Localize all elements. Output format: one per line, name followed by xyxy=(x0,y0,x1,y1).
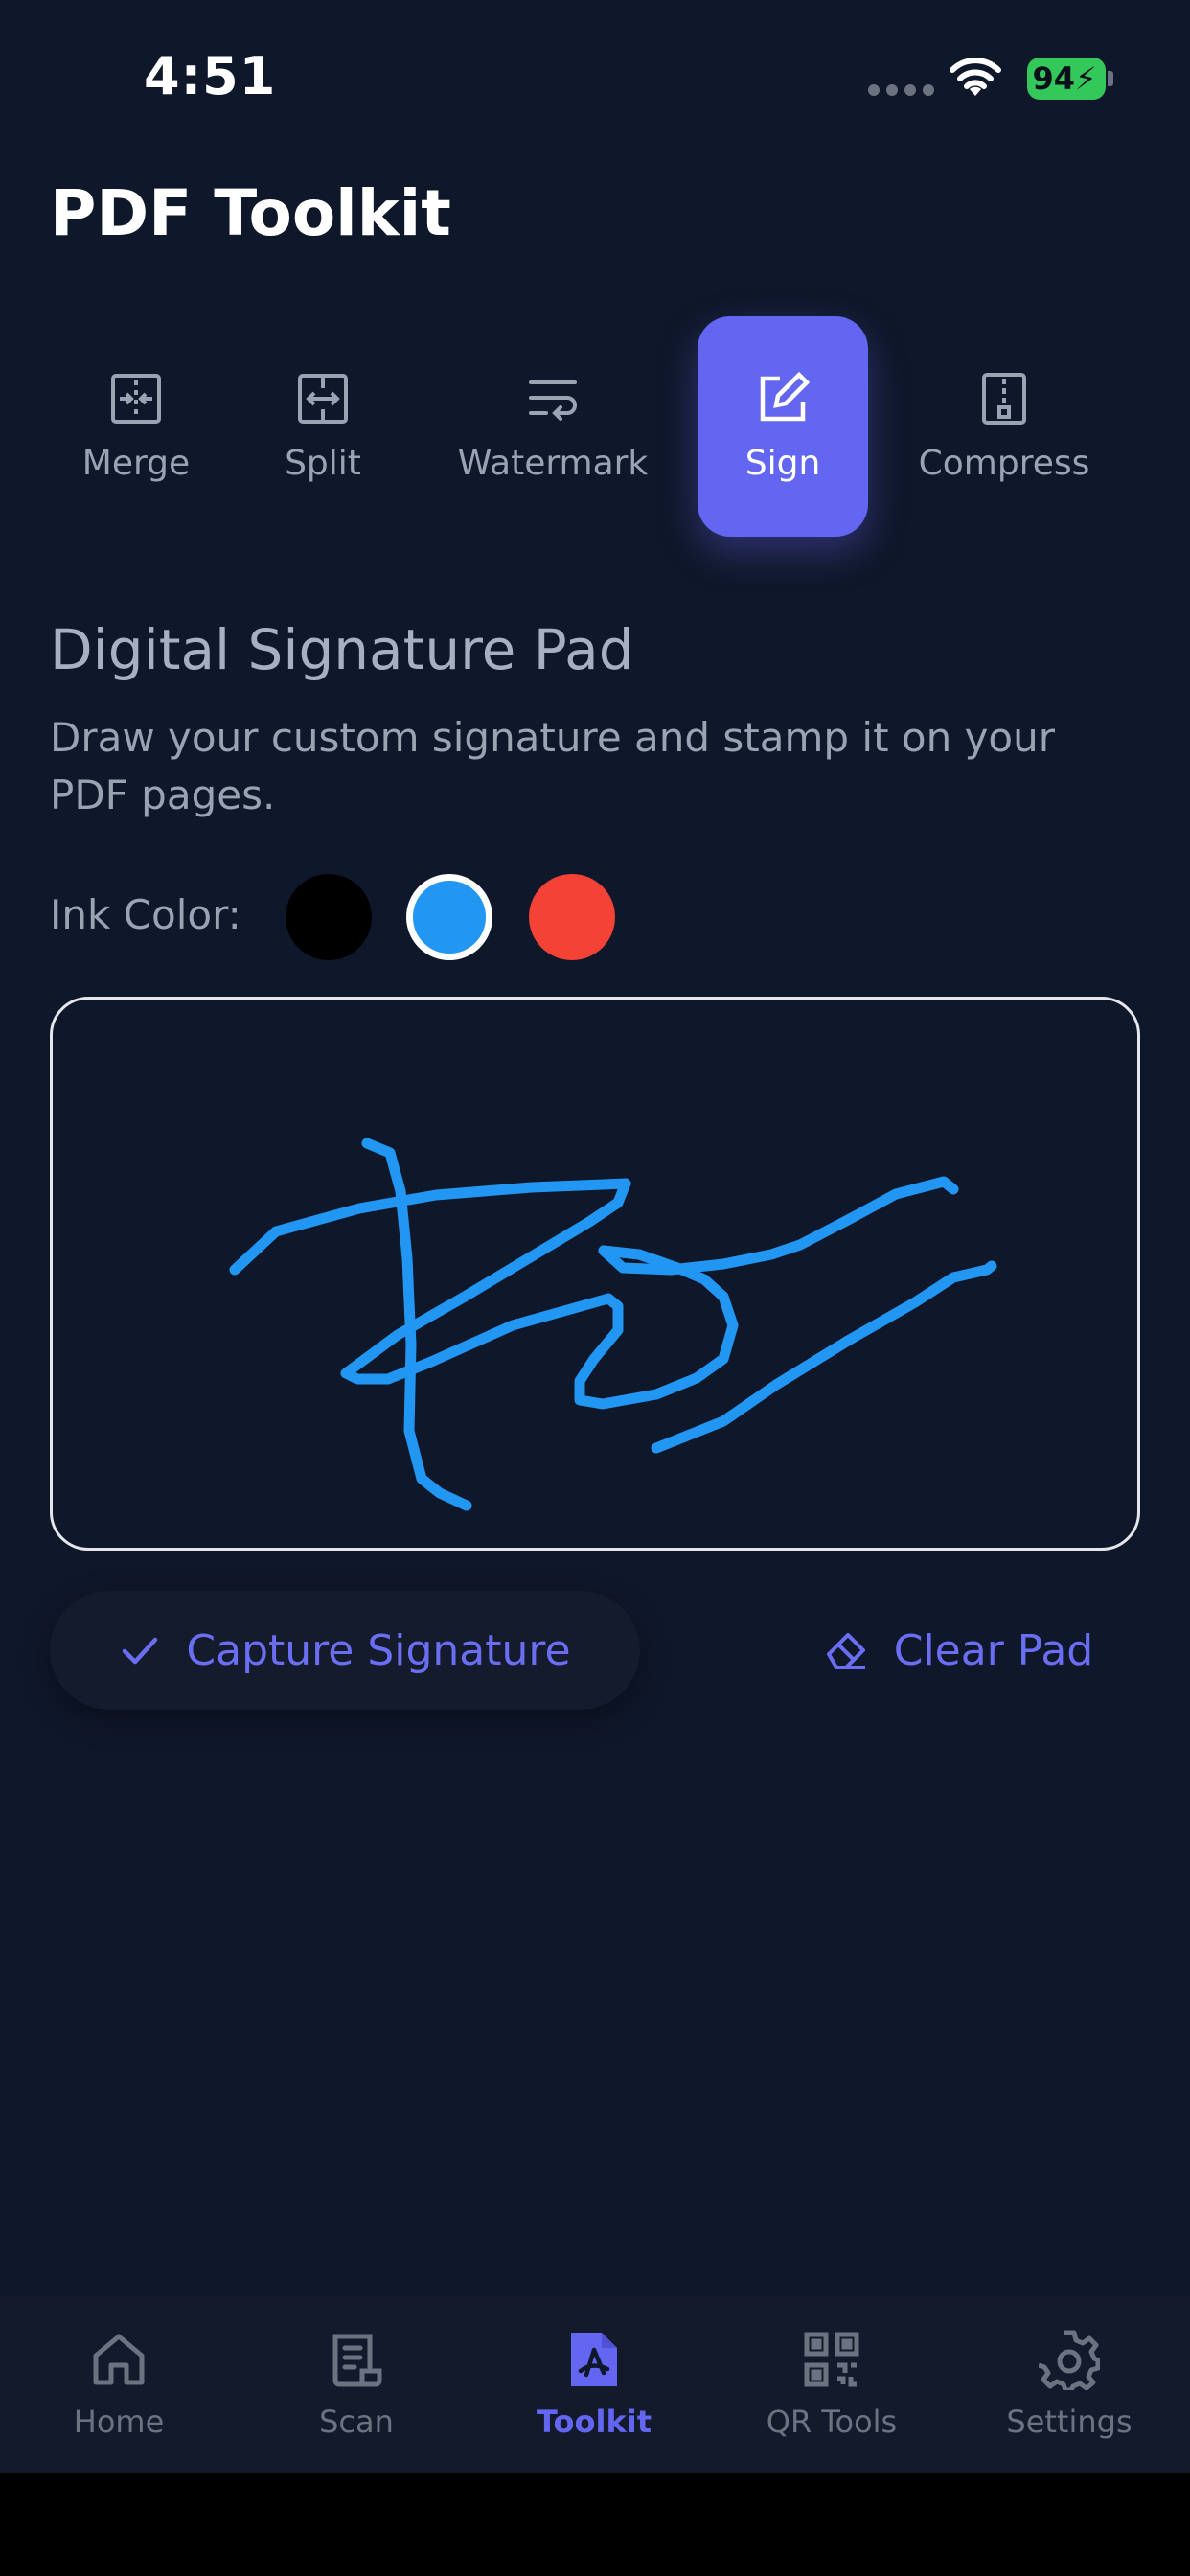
watermark-icon xyxy=(529,380,577,421)
clear-pad-label: Clear Pad xyxy=(893,1625,1094,1675)
tab-label: Watermark xyxy=(457,443,649,483)
split-icon xyxy=(298,373,348,424)
capture-signature-label: Capture Signature xyxy=(186,1625,571,1675)
battery-cap xyxy=(1108,71,1113,86)
checkmark-icon xyxy=(123,1637,158,1665)
home-indicator-area xyxy=(0,2472,1190,2576)
compress-icon xyxy=(982,372,1026,425)
nav-label: Toolkit xyxy=(536,2404,652,2440)
tab-label: Sign xyxy=(744,443,821,483)
nav-item-settings[interactable]: Settings xyxy=(950,2329,1188,2440)
ink-color-label: Ink Color: xyxy=(50,891,241,938)
scan-icon xyxy=(332,2334,382,2387)
nav-item-scan[interactable]: Scan xyxy=(238,2329,475,2440)
ink-color-blue-selected[interactable] xyxy=(406,874,492,960)
sign-icon xyxy=(760,371,811,421)
nav-label: Home xyxy=(73,2404,165,2440)
home-icon xyxy=(93,2334,145,2385)
tab-watermark[interactable]: Watermark xyxy=(450,316,655,537)
tab-merge[interactable]: Merge xyxy=(50,316,222,537)
section-description: Draw your custom signature and stamp it … xyxy=(50,714,1056,818)
tab-compress[interactable]: Compress xyxy=(908,316,1100,537)
capture-signature-button[interactable]: Capture Signature xyxy=(50,1591,640,1710)
merge-icon xyxy=(111,373,161,424)
signature-pad[interactable] xyxy=(50,997,1140,1551)
signature-stroke xyxy=(229,1138,997,1511)
nav-label: Scan xyxy=(319,2404,394,2440)
tab-label: Merge xyxy=(81,443,191,483)
tab-label: Split xyxy=(285,443,361,483)
nav-item-home[interactable]: Home xyxy=(0,2329,238,2440)
nav-item-toolkit[interactable]: Toolkit xyxy=(475,2329,713,2440)
settings-icon xyxy=(1039,2330,1100,2390)
nav-item-qr-tools[interactable]: QR Tools xyxy=(713,2329,950,2440)
page-title: PDF Toolkit xyxy=(50,176,451,250)
clear-pad-button[interactable]: Clear Pad xyxy=(795,1591,1121,1710)
eraser-icon xyxy=(826,1633,865,1669)
nav-label: Settings xyxy=(1006,2404,1133,2440)
tab-sign[interactable]: Sign xyxy=(698,316,868,537)
wifi-icon xyxy=(950,58,1001,96)
section-title: Digital Signature Pad xyxy=(50,617,634,682)
tab-split[interactable]: Split xyxy=(251,316,395,537)
ink-color-black[interactable] xyxy=(286,874,372,960)
ink-color-red[interactable] xyxy=(529,874,615,960)
charging-bolt-icon: ⚡ xyxy=(1075,60,1097,97)
cellular-signal-icon xyxy=(868,84,934,96)
qr-icon xyxy=(804,2332,859,2387)
tab-label: Compress xyxy=(918,443,1090,483)
status-time: 4:51 xyxy=(144,46,277,106)
toolkit-icon xyxy=(571,2333,617,2386)
battery-indicator: 94 ⚡ xyxy=(1027,58,1106,100)
battery-level: 94 xyxy=(1032,60,1076,97)
nav-label: QR Tools xyxy=(766,2404,898,2440)
